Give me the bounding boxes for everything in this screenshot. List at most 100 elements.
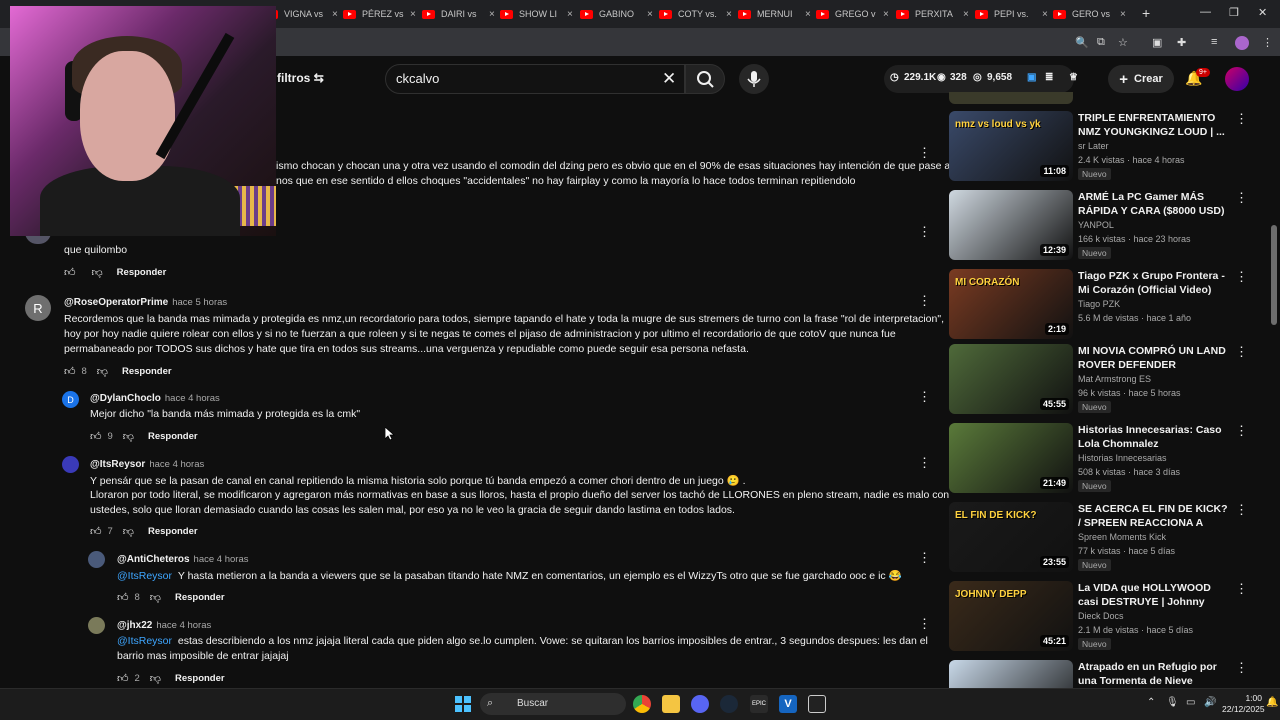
bookmark-star-icon[interactable]: ☆ (1118, 36, 1128, 49)
browser-tab[interactable]: COTY vs. × (659, 4, 732, 24)
new-tab-button[interactable]: + (1142, 5, 1150, 21)
notification-center-icon[interactable]: 🔔 (1266, 697, 1278, 708)
close-window-button[interactable]: ✕ (1258, 6, 1267, 19)
video-title[interactable]: Atrapado en un Refugio por una Tormenta … (1078, 660, 1228, 688)
windows-start-icon[interactable] (455, 696, 471, 712)
install-icon[interactable]: ⧉ (1097, 36, 1105, 49)
steam-icon[interactable] (720, 695, 738, 713)
taskbar-search[interactable]: Buscar (480, 693, 626, 715)
trophy-icon[interactable]: ♕ (1069, 72, 1078, 83)
dislike-icon[interactable]: 👎︎ (123, 430, 134, 443)
like-icon[interactable]: 👍︎ (117, 672, 129, 685)
close-tab-icon[interactable]: × (726, 9, 732, 20)
reply-button[interactable]: Responder (148, 526, 198, 537)
video-title[interactable]: La VIDA que HOLLYWOOD casi DESTRUYE | Jo… (1078, 581, 1228, 609)
like-icon[interactable]: 👍︎ (64, 266, 76, 279)
voice-search-button[interactable] (739, 64, 769, 94)
reply-button[interactable]: Responder (122, 366, 172, 377)
browser-tab[interactable]: GREGO v × (816, 4, 889, 24)
comment-avatar[interactable] (62, 456, 79, 473)
browser-tab[interactable]: GABINO × (580, 4, 653, 24)
video-channel[interactable]: Dieck Docs (1078, 611, 1124, 621)
comment-author[interactable]: @jhx22 (117, 620, 152, 631)
file-explorer-icon[interactable] (662, 695, 680, 713)
like-icon[interactable]: 👍︎ (64, 365, 76, 378)
video-menu-icon[interactable]: ⋮ (1235, 423, 1248, 439)
close-tab-icon[interactable]: × (489, 9, 495, 20)
close-tab-icon[interactable]: × (410, 9, 416, 20)
maximize-button[interactable]: ❐ (1229, 6, 1239, 19)
vegas-icon[interactable]: V (779, 695, 797, 713)
browser-menu-icon[interactable]: ⋮ (1262, 36, 1273, 49)
create-button[interactable]: + Crear (1108, 65, 1174, 93)
comment-time[interactable]: hace 5 horas (172, 297, 227, 308)
comment-menu-icon[interactable]: ⋮ (918, 455, 931, 471)
related-video-item[interactable]: MI CORAZÓN 2:19 Tiago PZK x Grupo Frontera… (949, 269, 1249, 339)
related-video-item[interactable]: JOHNNY DEPP 45:21 La VIDA que HOLLYWOOD ca… (949, 581, 1249, 651)
video-thumbnail[interactable]: 21:49 (949, 423, 1073, 493)
video-menu-icon[interactable]: ⋮ (1235, 269, 1248, 285)
taskbar-clock[interactable]: 1:00 22/12/2025 (1222, 693, 1265, 715)
video-menu-icon[interactable]: ⋮ (1235, 111, 1248, 127)
browser-tab[interactable]: PÉREZ vs × (343, 4, 416, 24)
comment-author[interactable]: @ItsReysor (90, 459, 145, 470)
close-tab-icon[interactable]: × (1042, 9, 1048, 20)
video-menu-icon[interactable]: ⋮ (1235, 660, 1248, 676)
related-video-item[interactable]: nmz vs loud vs yk 11:08 TRIPLE ENFRENTAMIE… (949, 111, 1249, 181)
dislike-icon[interactable]: 👎︎ (150, 591, 161, 604)
epic-games-icon[interactable]: EPIC (750, 695, 768, 713)
dislike-icon[interactable]: 👎︎ (150, 672, 161, 685)
video-channel[interactable]: sr Later (1078, 141, 1109, 151)
reply-button[interactable]: Responder (175, 673, 225, 684)
tray-chevron-icon[interactable]: ⌃ (1147, 697, 1155, 708)
video-channel[interactable]: Tiago PZK (1078, 299, 1120, 309)
video-thumbnail[interactable]: 45:55 (949, 344, 1073, 414)
video-title[interactable]: SE ACERCA EL FIN DE KICK? / SPREEN REACC… (1078, 502, 1228, 530)
comment-time[interactable]: hace 4 horas (149, 459, 204, 470)
video-title[interactable]: Historias Innecesarias: Caso Lola Chomna… (1078, 423, 1228, 451)
close-tab-icon[interactable]: × (805, 9, 811, 20)
video-channel[interactable]: Spreen Moments Kick (1078, 532, 1166, 542)
account-avatar[interactable] (1225, 67, 1249, 91)
video-channel[interactable]: YANPOL (1078, 220, 1114, 230)
comment-author[interactable]: @RoseOperatorPrime (64, 297, 168, 308)
comment-time[interactable]: hace 4 horas (156, 620, 211, 631)
browser-tab[interactable]: DAIRI vs × (422, 4, 495, 24)
video-title[interactable]: ARMÉ La PC Gamer MÁS RÁPIDA Y CARA ($800… (1078, 190, 1228, 218)
close-tab-icon[interactable]: × (963, 9, 969, 20)
kick-ext-icon[interactable]: ▣ (1027, 72, 1036, 83)
browser-tab[interactable]: PEPI vs. × (975, 4, 1048, 24)
close-tab-icon[interactable]: × (1120, 9, 1126, 20)
related-video-item[interactable]: EL FIN DE KICK? 23:55 SE ACERCA EL FIN DE … (949, 502, 1249, 572)
mic-tray-icon[interactable]: 🎙 (1166, 697, 1179, 708)
reply-button[interactable]: Responder (175, 592, 225, 603)
browser-tab[interactable]: GERO vs × (1053, 4, 1126, 24)
list-icon[interactable]: ≣ (1045, 72, 1053, 83)
comment-menu-icon[interactable]: ⋮ (918, 224, 931, 240)
dislike-icon[interactable]: 👎︎ (123, 525, 134, 538)
prev-video-thumbnail-edge[interactable] (949, 92, 1073, 104)
comment-avatar[interactable] (88, 617, 105, 634)
puzzle-icon[interactable]: ✚ (1177, 36, 1186, 49)
comment-avatar[interactable] (88, 551, 105, 568)
comment-menu-icon[interactable]: ⋮ (918, 616, 931, 632)
related-video-item[interactable]: 21:49 Historias Innecesarias: Caso Lola C… (949, 423, 1249, 493)
filters-button[interactable]: filtros ⇆ (277, 71, 324, 85)
browser-tab[interactable]: MERNUI × (738, 4, 811, 24)
like-icon[interactable]: 👍︎ (117, 591, 129, 604)
browser-tab[interactable]: SHOW LI × (500, 4, 573, 24)
related-video-item[interactable]: 45:55 MI NOVIA COMPRÓ UN LAND ROVER DEFEN… (949, 344, 1249, 414)
search-button[interactable] (685, 64, 725, 94)
close-tab-icon[interactable]: × (567, 9, 573, 20)
video-thumbnail[interactable]: 12:39 (949, 190, 1073, 260)
chrome-icon[interactable] (633, 695, 651, 713)
close-tab-icon[interactable]: × (883, 9, 889, 20)
comment-menu-icon[interactable]: ⋮ (918, 145, 931, 161)
video-thumbnail[interactable]: nmz vs loud vs yk 11:08 (949, 111, 1073, 181)
close-tab-icon[interactable]: × (332, 9, 338, 20)
dislike-icon[interactable]: 👎︎ (92, 266, 103, 279)
video-menu-icon[interactable]: ⋮ (1235, 581, 1248, 597)
network-icon[interactable]: ▭ (1186, 697, 1195, 708)
like-icon[interactable]: 👍︎ (90, 430, 102, 443)
sidebar-scrollbar[interactable] (1271, 225, 1277, 325)
